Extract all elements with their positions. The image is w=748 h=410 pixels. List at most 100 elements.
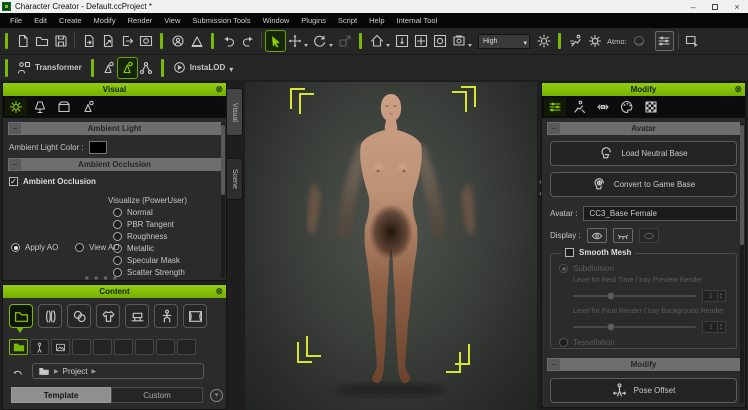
menu-submission-tools[interactable]: Submission Tools <box>186 16 256 25</box>
rotate-tool-icon[interactable] <box>310 31 329 51</box>
display-eyelash-icon[interactable] <box>613 228 633 243</box>
open-project-icon[interactable] <box>32 31 51 51</box>
side-tab-scene[interactable]: Scene <box>227 158 243 200</box>
menu-window[interactable]: Window <box>257 16 296 25</box>
rotate-tool-dropdown[interactable] <box>329 44 333 47</box>
pose-offset-button[interactable]: Pose Offset <box>550 378 737 403</box>
material-palette-tab-icon[interactable] <box>616 98 638 116</box>
menu-script[interactable]: Script <box>332 16 363 25</box>
light-tab-icon[interactable] <box>29 98 51 116</box>
content-slot-empty[interactable] <box>177 339 196 355</box>
view-ao-radio[interactable]: View AO <box>75 243 120 252</box>
smooth-mesh-checkbox[interactable] <box>565 248 574 257</box>
content-category-project-icon[interactable] <box>9 304 33 328</box>
menu-file[interactable]: File <box>4 16 28 25</box>
visualize-option-specular-mask[interactable]: Specular Mask <box>113 256 185 265</box>
content-slot-empty[interactable] <box>72 339 91 355</box>
camera-dropdown[interactable] <box>468 44 472 47</box>
content-slot-folder[interactable] <box>9 339 28 355</box>
render-settings-tab-icon[interactable] <box>5 98 27 116</box>
back-arrow-icon[interactable] <box>11 365 24 378</box>
visual-panel-close-icon[interactable]: ⊗ <box>215 83 223 96</box>
content-slot-empty[interactable] <box>135 339 154 355</box>
avatar-section-header[interactable]: – Avatar <box>547 122 740 135</box>
visual-panel-header[interactable]: Visual ⊗ <box>3 83 226 96</box>
instalod-button[interactable]: InstaLOD ▾ <box>169 61 238 74</box>
visualize-option-pbr-tangent[interactable]: PBR Tangent <box>113 220 185 229</box>
calibrate-icon[interactable] <box>187 31 206 51</box>
save-project-icon[interactable] <box>51 31 70 51</box>
visualize-option-scatter-strength[interactable]: Scatter Strength <box>113 268 185 277</box>
close-button[interactable]: × <box>726 0 748 13</box>
visual-panel-scrollbar[interactable] <box>221 123 225 278</box>
breadcrumb[interactable]: ▶ Project ▶ <box>32 363 204 379</box>
menu-modify[interactable]: Modify <box>88 16 122 25</box>
load-neutral-base-button[interactable]: Load Neutral Base <box>550 141 737 166</box>
ambient-occlusion-checkbox[interactable]: ✓ <box>9 177 18 186</box>
content-slot-mannequin[interactable] <box>30 339 49 355</box>
content-category-material-icon[interactable] <box>67 304 91 328</box>
avatar-display-tab-icon[interactable] <box>77 98 99 116</box>
content-slot-empty[interactable] <box>114 339 133 355</box>
atmosphere-gear-icon[interactable] <box>585 31 604 51</box>
texture-tab-icon[interactable] <box>640 98 662 116</box>
display-eye-icon[interactable] <box>587 228 607 243</box>
ambient-light-section-header[interactable]: – Ambient Light <box>8 122 221 135</box>
home-view-dropdown[interactable] <box>386 44 390 47</box>
media-icon[interactable] <box>136 31 155 51</box>
modify-panel-header[interactable]: Modify ⊗ <box>542 83 745 96</box>
lighting-icon[interactable] <box>534 31 553 51</box>
render-image-icon[interactable] <box>683 31 702 51</box>
render-quality-dropdown[interactable]: High ▾ <box>478 34 530 49</box>
orbit-camera-icon[interactable] <box>430 31 449 51</box>
side-tab-visual[interactable]: Visual <box>227 88 243 136</box>
import-icon[interactable] <box>79 31 98 51</box>
redo-icon[interactable] <box>238 31 257 51</box>
content-category-accessory-icon[interactable] <box>125 304 149 328</box>
content-category-animation-icon[interactable] <box>154 304 178 328</box>
menu-create[interactable]: Create <box>53 16 88 25</box>
ambient-light-color-swatch[interactable] <box>89 141 107 154</box>
morph-tab-icon[interactable] <box>592 98 614 116</box>
frame-character-icon[interactable] <box>392 31 411 51</box>
content-panel-close-icon[interactable]: ⊗ <box>215 285 223 298</box>
display-hidden-eye-icon[interactable] <box>639 228 659 243</box>
home-view-icon[interactable] <box>367 31 386 51</box>
convert-to-game-base-button[interactable]: Convert to Game Base <box>550 172 737 197</box>
collapse-icon[interactable]: – <box>548 123 560 134</box>
animation-edit-tab-icon[interactable] <box>568 98 590 116</box>
content-slot-empty[interactable] <box>93 339 112 355</box>
visualize-option-metallic[interactable]: Metallic <box>113 244 185 253</box>
new-project-icon[interactable] <box>13 31 32 51</box>
modify-panel-scrollbar[interactable] <box>740 123 744 403</box>
menu-help[interactable]: Help <box>363 16 390 25</box>
horizontal-splitter[interactable]: ■ ■ ■ ■ <box>85 276 119 282</box>
collapse-icon[interactable]: – <box>9 123 21 134</box>
edit-mesh-icon[interactable] <box>118 58 137 78</box>
menu-plugins[interactable]: Plugins <box>295 16 332 25</box>
maximize-button[interactable] <box>704 0 726 13</box>
content-panel-header[interactable]: Content ⊗ <box>3 285 226 298</box>
preferences-sliders-icon[interactable] <box>655 31 674 51</box>
modify-section-header[interactable]: – Modify <box>547 358 740 371</box>
avatar-name-field[interactable]: CC3_Base Female <box>583 206 737 221</box>
content-category-stage-icon[interactable] <box>183 304 207 328</box>
menu-internal-tool[interactable]: Internal Tool <box>391 16 444 25</box>
shadow-tab-icon[interactable] <box>53 98 75 116</box>
camera-settings-icon[interactable] <box>449 31 468 51</box>
tab-custom[interactable]: Custom <box>111 387 203 403</box>
select-tool-icon[interactable] <box>266 31 285 51</box>
menu-render[interactable]: Render <box>122 16 159 25</box>
move-tool-dropdown[interactable] <box>304 44 308 47</box>
tab-template[interactable]: Template <box>11 387 111 403</box>
ambient-occlusion-section-header[interactable]: – Ambient Occlusion <box>8 158 221 171</box>
minimize-button[interactable]: – <box>682 0 704 13</box>
character-refresh-icon[interactable] <box>168 31 187 51</box>
motion-blur-icon[interactable] <box>566 31 585 51</box>
viewport-3d[interactable] <box>245 82 537 410</box>
attribute-sliders-tab-icon[interactable] <box>544 98 566 116</box>
menu-view[interactable]: View <box>158 16 186 25</box>
content-category-character-icon[interactable] <box>38 304 62 328</box>
content-category-cloth-icon[interactable] <box>96 304 120 328</box>
content-slot-image[interactable] <box>51 339 70 355</box>
